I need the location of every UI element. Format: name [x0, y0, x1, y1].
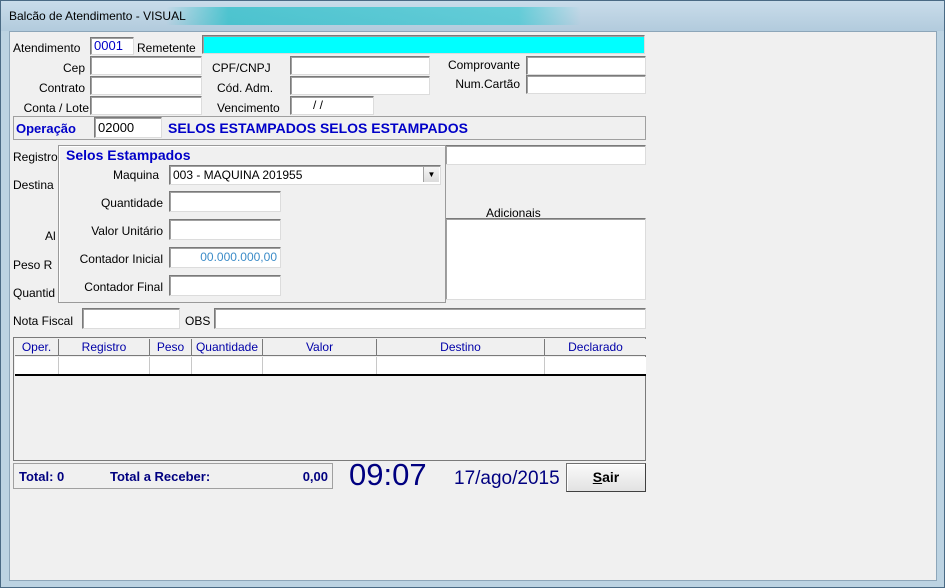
quantidade-field[interactable]	[169, 191, 281, 212]
destino-label: Destina	[13, 178, 54, 192]
title-bar[interactable]: Balcão de Atendimento - VISUAL	[1, 1, 944, 31]
cep-field[interactable]	[90, 56, 202, 75]
sair-label: air	[602, 469, 620, 485]
total-receber-value: 0,00	[302, 469, 328, 484]
obs-label: OBS	[185, 314, 211, 328]
row-divider	[544, 357, 545, 374]
maquina-selected-value: 003 - MAQUINA 201955	[173, 168, 303, 182]
cep-label: Cep	[62, 61, 85, 75]
selos-panel-title: Selos Estampados	[66, 147, 191, 163]
row-divider	[149, 357, 150, 374]
valor-unitario-field[interactable]	[169, 219, 281, 240]
sair-mnemonic: S	[592, 469, 603, 485]
row-divider	[262, 357, 263, 374]
row-divider	[191, 357, 192, 374]
items-grid[interactable]: Oper. Registro Peso Quantidade Valor Des…	[13, 337, 646, 461]
atendimento-label: Atendimento	[13, 41, 81, 55]
al-label: Al	[45, 229, 56, 243]
contador-inicial-label: Contador Inicial	[79, 252, 163, 266]
conta-lote-label: Conta / Lote	[23, 101, 89, 115]
maquina-select[interactable]: 003 - MAQUINA 201955 ▼	[169, 165, 441, 185]
registro-label: Registro	[13, 150, 58, 164]
grid-header: Oper. Registro Peso Quantidade Valor Des…	[15, 339, 646, 356]
quantidade-label: Quantid	[13, 286, 56, 300]
row-divider	[376, 357, 377, 374]
cod-adm-label: Cód. Adm.	[217, 81, 274, 95]
contrato-label: Contrato	[38, 81, 85, 95]
operacao-code-field[interactable]: 02000	[94, 117, 162, 138]
obs-field[interactable]	[214, 308, 646, 329]
current-date: 17/ago/2015	[454, 468, 560, 489]
atendimento-field[interactable]: 0001	[90, 37, 134, 55]
chevron-down-icon[interactable]: ▼	[423, 167, 439, 182]
total-receber-label: Total a Receber:	[110, 469, 211, 484]
col-destino[interactable]: Destino	[377, 339, 545, 356]
remetente-label: Remetente	[137, 41, 196, 55]
col-valor[interactable]: Valor	[263, 339, 377, 356]
vencimento-label: Vencimento	[217, 101, 280, 115]
operacao-label: Operação	[16, 121, 76, 136]
application-window: Balcão de Atendimento - VISUAL Atendimen…	[0, 0, 945, 588]
valor-unitario-label: Valor Unitário	[91, 224, 163, 238]
sair-button[interactable]: Sair	[566, 463, 646, 492]
num-cartao-field[interactable]	[526, 75, 646, 94]
table-row[interactable]	[15, 357, 646, 376]
contador-final-field[interactable]	[169, 275, 281, 296]
nota-fiscal-field[interactable]	[82, 308, 180, 329]
title-bar-glow	[166, 7, 581, 25]
col-registro[interactable]: Registro	[59, 339, 150, 356]
cpf-cnpj-field[interactable]	[290, 56, 430, 75]
contrato-field[interactable]	[90, 76, 202, 95]
selos-estampados-panel: Selos Estampados Maquina 003 - MAQUINA 2…	[58, 145, 446, 303]
cpf-cnpj-label: CPF/CNPJ	[212, 61, 271, 75]
quantidade-label-panel: Quantidade	[100, 196, 163, 210]
cod-adm-field[interactable]	[290, 76, 430, 95]
num-cartao-label: Num.Cartão	[455, 77, 520, 91]
form-area: Atendimento 0001 Remetente Cep CPF/CNPJ …	[9, 31, 937, 581]
total-count: Total: 0	[19, 469, 65, 484]
comprovante-field[interactable]	[526, 56, 646, 75]
remetente-field[interactable]	[202, 35, 645, 54]
window-title: Balcão de Atendimento - VISUAL	[9, 9, 186, 23]
adicionais-field[interactable]	[445, 218, 646, 300]
col-oper[interactable]: Oper.	[15, 339, 59, 356]
maquina-label: Maquina	[112, 168, 159, 182]
col-peso[interactable]: Peso	[150, 339, 192, 356]
row-divider	[58, 357, 59, 374]
contador-inicial-field[interactable]: 00.000.000,00	[169, 247, 281, 268]
nota-fiscal-label: Nota Fiscal	[13, 314, 74, 328]
vencimento-field[interactable]: / /	[290, 96, 374, 115]
contador-final-label: Contador Final	[84, 280, 163, 294]
registro-field[interactable]	[445, 145, 646, 165]
col-declarado[interactable]: Declarado	[545, 339, 646, 356]
operacao-description: SELOS ESTAMPADOS SELOS ESTAMPADOS	[168, 120, 468, 136]
peso-label: Peso R	[13, 258, 53, 272]
clock-time: 09:07	[349, 457, 427, 492]
comprovante-label: Comprovante	[447, 58, 520, 72]
conta-lote-field[interactable]	[90, 96, 202, 115]
col-quantidade[interactable]: Quantidade	[192, 339, 263, 356]
